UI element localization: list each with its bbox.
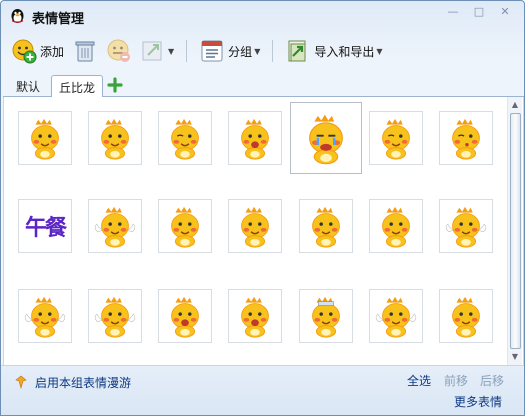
emoticon-cell[interactable] bbox=[439, 289, 493, 343]
group-icon bbox=[201, 40, 223, 62]
lunch-sticker-text: 午餐 bbox=[24, 216, 67, 241]
emoticon-cell[interactable] bbox=[88, 199, 142, 253]
vertical-scrollbar[interactable]: ▲ ▼ bbox=[507, 97, 522, 365]
emoticon-cell[interactable] bbox=[88, 111, 142, 165]
emoticon-cell[interactable] bbox=[18, 289, 72, 343]
roaming-icon bbox=[15, 375, 27, 389]
toolbar-separator bbox=[272, 40, 274, 62]
emoticon-cell[interactable] bbox=[369, 289, 423, 343]
enable-roaming-link[interactable]: 启用本组表情漫游 bbox=[35, 374, 131, 391]
move-backward-link[interactable]: 后移 bbox=[480, 372, 504, 389]
move-button[interactable]: ▼ bbox=[136, 36, 178, 66]
move-disabled-icon bbox=[142, 41, 162, 61]
close-button[interactable]: ✕ bbox=[494, 3, 516, 20]
qbilong-emoticon-icon bbox=[452, 296, 480, 338]
group-label: 分组 bbox=[228, 44, 253, 59]
qbilong-emoticon-icon bbox=[24, 296, 66, 338]
emoticon-cell[interactable] bbox=[158, 199, 212, 253]
group-dropdown-arrow-icon[interactable]: ▼ bbox=[254, 47, 260, 56]
import-export-icon bbox=[288, 40, 306, 62]
emoticon-cell[interactable] bbox=[228, 289, 282, 343]
qbilong-emoticon-icon bbox=[241, 296, 269, 338]
qbilong-emoticon-icon bbox=[94, 296, 136, 338]
add-label: 添加 bbox=[40, 44, 65, 59]
select-all-link[interactable]: 全选 bbox=[407, 372, 431, 389]
penguin-icon bbox=[11, 9, 24, 23]
title-bar: 表情管理 — □ ✕ bbox=[1, 1, 524, 31]
qbilong-emoticon-icon bbox=[94, 206, 136, 248]
qbilong-emoticon-icon bbox=[171, 206, 199, 248]
qbilong-emoticon-icon bbox=[101, 118, 129, 160]
emoticon-disabled-icon bbox=[107, 39, 131, 62]
emoticon-panel: 午餐 ▲ ▼ bbox=[3, 97, 524, 365]
qbilong-emoticon-icon bbox=[31, 118, 59, 160]
maximize-button[interactable]: □ bbox=[468, 3, 490, 20]
import-export-dropdown-arrow-icon[interactable]: ▼ bbox=[376, 47, 382, 56]
emoticon-cell[interactable] bbox=[369, 111, 423, 165]
add-emoticon-icon bbox=[12, 39, 37, 64]
emoticon-cell[interactable] bbox=[299, 289, 353, 343]
import-export-button[interactable]: 导入和导出 ▼ bbox=[281, 36, 386, 66]
scroll-up-arrow-icon[interactable]: ▲ bbox=[508, 98, 522, 112]
emoticon-cell[interactable] bbox=[228, 111, 282, 165]
qbilong-emoticon-icon bbox=[241, 206, 269, 248]
qbilong-emoticon-icon bbox=[309, 114, 343, 165]
emoticon-manager-window: 表情管理 — □ ✕ 添加 ▼ 分组 ▼ 导入和导出 ▼ 默认 丘比龙 午餐 ▲… bbox=[0, 0, 525, 416]
trash-icon bbox=[75, 41, 95, 62]
minimize-button[interactable]: — bbox=[442, 3, 464, 20]
qbilong-emoticon-icon bbox=[382, 118, 410, 160]
emoticon-cell[interactable]: 午餐 bbox=[18, 199, 72, 253]
emoticon-cell[interactable] bbox=[158, 111, 212, 165]
emoticon-cell[interactable] bbox=[299, 199, 353, 253]
emoticon-cell[interactable] bbox=[158, 289, 212, 343]
qbilong-emoticon-icon bbox=[445, 206, 487, 248]
tab-bar: 默认 丘比龙 bbox=[3, 73, 524, 98]
scrollbar-thumb[interactable] bbox=[510, 113, 521, 349]
window-controls: — □ ✕ bbox=[442, 3, 516, 20]
tab-default[interactable]: 默认 bbox=[9, 75, 47, 97]
qbilong-emoticon-icon bbox=[241, 118, 269, 160]
qbilong-emoticon-icon bbox=[382, 206, 410, 248]
emoticon-cell[interactable] bbox=[18, 111, 72, 165]
edit-emoticon-button[interactable] bbox=[102, 36, 136, 66]
tab-qbilong[interactable]: 丘比龙 bbox=[51, 75, 104, 98]
move-dropdown-arrow-icon[interactable]: ▼ bbox=[168, 47, 174, 56]
window-title: 表情管理 bbox=[32, 12, 85, 27]
delete-button[interactable] bbox=[68, 36, 102, 66]
toolbar: 添加 ▼ 分组 ▼ 导入和导出 ▼ bbox=[7, 35, 519, 67]
qbilong-emoticon-icon bbox=[452, 118, 480, 160]
group-button[interactable]: 分组 ▼ bbox=[195, 36, 264, 66]
add-group-icon[interactable] bbox=[107, 77, 123, 93]
emoticon-cell-selected[interactable] bbox=[290, 102, 362, 174]
move-forward-link[interactable]: 前移 bbox=[444, 372, 468, 389]
add-button[interactable]: 添加 bbox=[7, 36, 68, 66]
qbilong-emoticon-icon bbox=[312, 296, 340, 338]
toolbar-separator bbox=[186, 40, 188, 62]
emoticon-cell[interactable] bbox=[439, 111, 493, 165]
emoticon-cell[interactable] bbox=[439, 199, 493, 253]
scroll-down-arrow-icon[interactable]: ▼ bbox=[508, 350, 522, 364]
qbilong-emoticon-icon bbox=[171, 296, 199, 338]
emoticon-cell[interactable] bbox=[228, 199, 282, 253]
qbilong-emoticon-icon bbox=[375, 296, 417, 338]
emoticon-cell[interactable] bbox=[88, 289, 142, 343]
qbilong-emoticon-icon bbox=[312, 206, 340, 248]
qbilong-emoticon-icon bbox=[171, 118, 199, 160]
more-emoticons-link[interactable]: 更多表情 bbox=[454, 393, 502, 410]
footer-bar: 启用本组表情漫游 全选 前移 后移 更多表情 bbox=[1, 365, 524, 415]
emoticon-cell[interactable] bbox=[369, 199, 423, 253]
import-export-label: 导入和导出 bbox=[314, 44, 375, 59]
